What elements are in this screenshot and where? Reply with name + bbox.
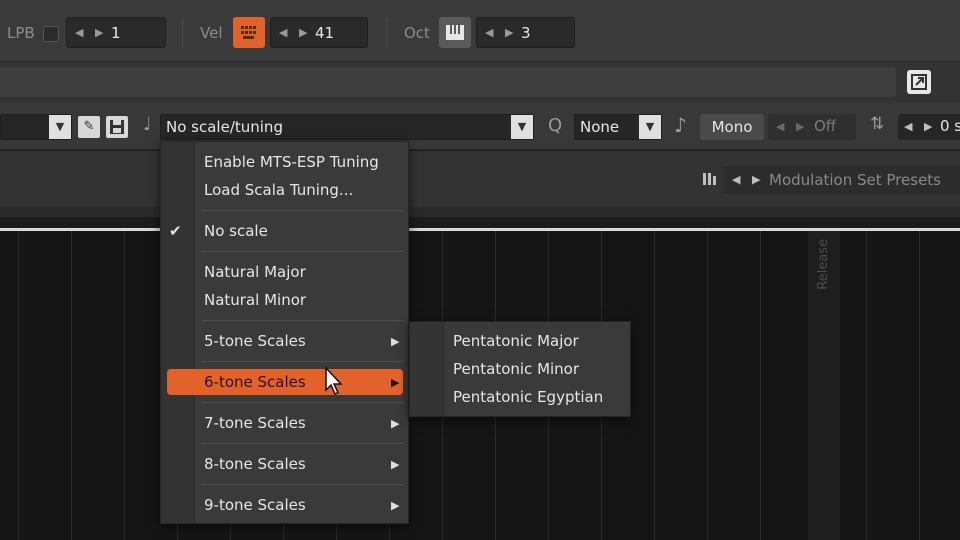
menu-item-6-tone-scales[interactable]: 6-tone Scales — [204, 373, 306, 391]
vel-arrows-icon[interactable]: ◀ ▶ — [279, 26, 311, 39]
note-icon: ♩ — [143, 114, 152, 135]
submenu-item-pentatonic-minor[interactable]: Pentatonic Minor — [453, 360, 579, 378]
menu-separator — [201, 210, 404, 211]
oct-value: 3 — [521, 24, 531, 42]
transpose-value: 0 s — [940, 117, 960, 135]
mouse-pointer-icon — [324, 366, 344, 396]
lpb-value: 1 — [111, 24, 121, 42]
menu-separator — [201, 443, 404, 444]
glide-arrows-icon[interactable]: ◀ ▶ — [776, 120, 808, 133]
submenu-arrow-icon: ▶ — [391, 376, 400, 389]
lpb-value-box[interactable]: ◀ ▶ 1 — [66, 17, 166, 48]
note-tie-icon: ♪ — [674, 113, 687, 137]
transpose-arrows-icon[interactable]: ◀ ▶ — [904, 120, 936, 133]
glide-value: Off — [814, 117, 837, 135]
submenu-arrow-icon: ▶ — [391, 499, 400, 512]
divider — [386, 18, 387, 48]
lpb-arrows-icon[interactable]: ◀ ▶ — [75, 26, 107, 39]
presets-arrows-icon[interactable]: ◀ ▶ — [732, 173, 764, 186]
menu-item-8-tone-scales[interactable]: 8-tone Scales — [204, 455, 306, 473]
edit-icon[interactable]: ✎ — [78, 116, 100, 138]
modulation-presets-label: Modulation Set Presets — [769, 171, 941, 189]
submenu-arrow-icon: ▶ — [391, 458, 400, 471]
submenu-arrow-icon: ▶ — [391, 335, 400, 348]
chevron-down-icon[interactable]: ▼ — [511, 115, 533, 139]
divider — [182, 18, 183, 48]
oct-label: Oct — [404, 24, 430, 42]
submenu-arrow-icon: ▶ — [391, 417, 400, 430]
vel-label: Vel — [200, 24, 223, 42]
menu-item-load-scala[interactable]: Load Scala Tuning... — [204, 181, 353, 199]
piano-keys-icon[interactable] — [439, 17, 471, 48]
name-row — [0, 62, 960, 102]
menu-item-5-tone-scales[interactable]: 5-tone Scales — [204, 332, 306, 350]
menu-separator — [201, 484, 404, 485]
left-dropdown[interactable]: ▼ — [0, 114, 72, 140]
modulation-set-presets[interactable]: ◀ ▶ Modulation Set Presets — [724, 166, 960, 194]
bars-icon — [702, 170, 720, 192]
submenu-item-pentatonic-egyptian[interactable]: Pentatonic Egyptian — [453, 388, 603, 406]
transpose-value-box[interactable]: ◀ ▶ 0 s — [898, 114, 960, 140]
quantize-value: None — [580, 118, 620, 136]
menu-separator — [201, 361, 404, 362]
check-icon: ✔ — [169, 222, 182, 240]
up-down-arrows-icon: ⇅ — [870, 114, 885, 134]
scale-dropdown-value: No scale/tuning — [166, 118, 283, 136]
scale-dropdown[interactable]: No scale/tuning ▼ — [160, 114, 534, 140]
menu-separator — [201, 402, 404, 403]
q-icon: Q — [548, 115, 563, 136]
tone-submenu: Pentatonic Major Pentatonic Minor Pentat… — [409, 321, 631, 417]
menu-item-enable-mts-esp[interactable]: Enable MTS-ESP Tuning — [204, 153, 379, 171]
chevron-down-icon[interactable]: ▼ — [49, 115, 71, 139]
mono-button[interactable]: Mono — [700, 114, 764, 140]
lpb-checkbox[interactable] — [43, 26, 59, 42]
quantize-dropdown[interactable]: None ▼ — [574, 114, 662, 140]
scale-menu: Enable MTS-ESP Tuning Load Scala Tuning.… — [160, 141, 409, 524]
menu-item-no-scale[interactable]: No scale — [204, 222, 268, 240]
menu-item-7-tone-scales[interactable]: 7-tone Scales — [204, 414, 306, 432]
release-label: Release — [816, 239, 831, 290]
menu-separator — [201, 320, 404, 321]
oct-arrows-icon[interactable]: ◀ ▶ — [485, 26, 517, 39]
menu-item-natural-major[interactable]: Natural Major — [204, 263, 306, 281]
external-link-icon[interactable] — [907, 70, 931, 94]
menu-separator — [201, 251, 404, 252]
glide-value-box[interactable]: ◀ ▶ Off — [768, 114, 856, 140]
oct-value-box[interactable]: ◀ ▶ 3 — [476, 17, 575, 48]
keypad-icon[interactable] — [233, 17, 265, 48]
menu-item-natural-minor[interactable]: Natural Minor — [204, 291, 306, 309]
save-icon[interactable] — [106, 116, 128, 138]
divider — [0, 207, 960, 217]
vel-value-box[interactable]: ◀ ▶ 41 — [270, 17, 368, 48]
name-field[interactable] — [0, 67, 896, 97]
vel-value: 41 — [315, 24, 335, 42]
menu-item-9-tone-scales[interactable]: 9-tone Scales — [204, 496, 306, 514]
lpb-label: LPB — [7, 24, 35, 42]
submenu-item-pentatonic-major[interactable]: Pentatonic Major — [453, 332, 579, 350]
release-marker[interactable]: Release — [808, 231, 840, 540]
chevron-down-icon[interactable]: ▼ — [639, 115, 661, 139]
